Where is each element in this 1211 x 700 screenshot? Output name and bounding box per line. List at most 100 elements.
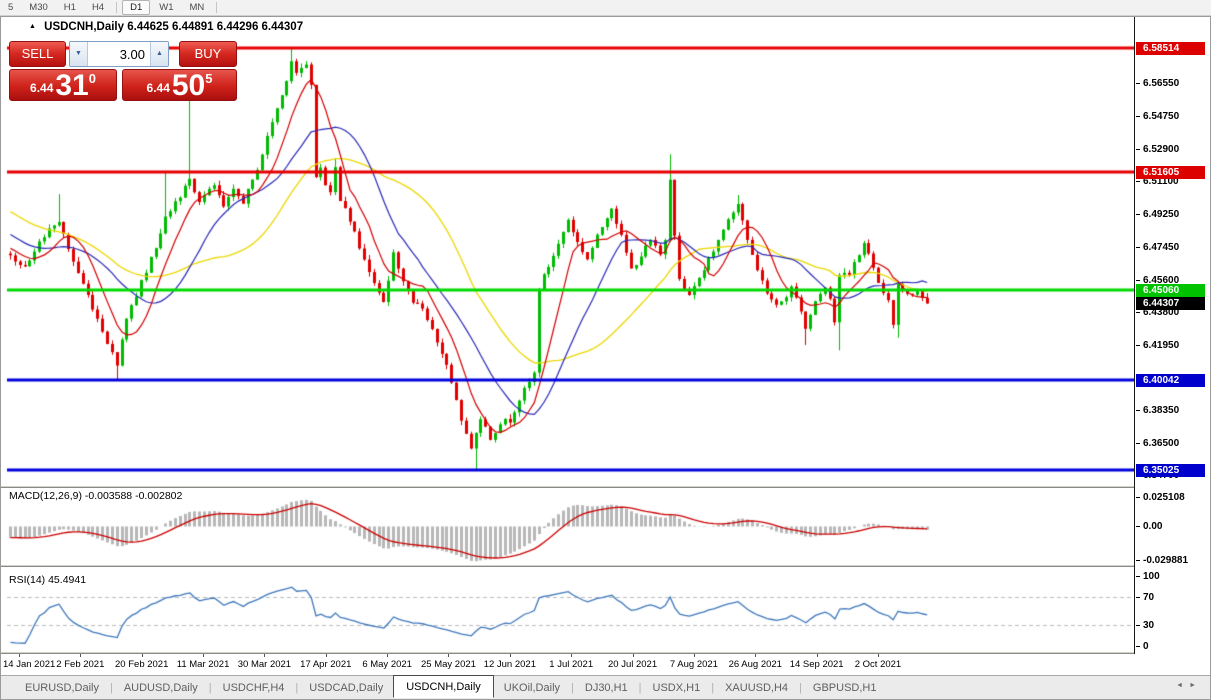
sell-price-prefix: 6.44 [30,81,53,95]
level-price-badge: 6.40042 [1136,374,1205,387]
chart-title-symbol: USDCNH,Daily [44,21,124,33]
rsi-indicator-label: RSI(14) 45.4941 [9,574,86,586]
tab-separator: | [799,682,802,694]
tab-separator: | [110,682,113,694]
sell-price-panel[interactable]: 6.44 31 0 [9,69,117,101]
date-axis-label: 2 Feb 2021 [56,659,104,670]
buy-price-sup: 5 [205,71,212,86]
price-axis-tick: 6.52900 [1135,143,1179,156]
chart-tab-dj30[interactable]: DJ30,H1 [575,679,638,697]
chart-tab-ukoil[interactable]: UKOil,Daily [494,679,570,697]
volume-stepper: ▼ ▲ [69,41,169,67]
chart-tab-bar: EURUSD,Daily|AUDUSD,Daily|USDCHF,H4|USDC… [1,675,1210,699]
level-price-badge: 6.51605 [1136,166,1205,179]
date-axis-label: 17 Apr 2021 [300,659,351,670]
date-tick-mark [387,654,388,657]
date-tick-mark [448,654,449,657]
price-axis-tick: 6.56550 [1135,77,1179,90]
date-axis-label: 14 Jan 2021 [3,659,55,670]
date-tick-mark [203,654,204,657]
volume-input[interactable] [88,42,150,66]
macd-indicator-label: MACD(12,26,9) -0.003588 -0.002802 [9,490,182,502]
timeframe-button-H4[interactable]: H4 [85,1,111,14]
date-axis-label: 12 Jun 2021 [484,659,536,670]
date-axis-label: 7 Aug 2021 [670,659,718,670]
date-axis-label: 6 May 2021 [362,659,412,670]
buy-price-big: 50 [172,72,205,99]
sell-price-big: 31 [55,72,88,99]
tab-separator: | [295,682,298,694]
timeframe-button-H1[interactable]: H1 [57,1,83,14]
macd-axis-tick: 0.00 [1135,520,1162,533]
tab-scroll-left-icon[interactable]: ◄ [1176,682,1189,689]
tab-separator: | [209,682,212,694]
chart-tab-usdcnh[interactable]: USDCNH,Daily [393,675,494,698]
price-axis-tick: 6.41950 [1135,339,1179,352]
chart-tab-audusd[interactable]: AUDUSD,Daily [114,679,208,697]
one-click-trading-widget: SELL ▼ ▲ BUY 6.44 31 0 6.44 50 5 [9,41,237,101]
tab-scroll-arrows[interactable]: ◄► [1176,682,1202,689]
macd-axis-tick: -0.029881 [1135,554,1188,567]
date-axis-label: 2 Oct 2021 [855,659,901,670]
price-axis-tick: 6.36500 [1135,437,1179,450]
tab-separator: | [639,682,642,694]
price-chart-canvas[interactable] [1,17,1210,654]
date-tick-mark [326,654,327,657]
chart-tab-usdchf[interactable]: USDCHF,H4 [213,679,295,697]
chart-tab-xauusd[interactable]: XAUUSD,H4 [715,679,798,697]
buy-button[interactable]: BUY [179,41,237,67]
date-tick-mark [80,654,81,657]
volume-increase-button[interactable]: ▲ [150,42,168,66]
chart-window: ▲ USDCNH,Daily 6.44625 6.44891 6.44296 6… [0,16,1211,700]
trading-terminal: 5M30H1H4D1W1MN ▲ USDCNH,Daily 6.44625 6.… [0,0,1211,700]
level-price-badge: 6.45060 [1136,284,1205,297]
rsi-axis-tick: 0 [1135,640,1149,653]
date-tick-mark [264,654,265,657]
buy-price-panel[interactable]: 6.44 50 5 [122,69,237,101]
date-tick-mark [694,654,695,657]
date-axis-label: 11 Mar 2021 [177,659,230,670]
date-axis-label: 30 Mar 2021 [238,659,291,670]
timeframe-button-MN[interactable]: MN [183,1,212,14]
macd-axis-tick: 0.025108 [1135,491,1185,504]
date-tick-mark [510,654,511,657]
sell-button[interactable]: SELL [9,41,66,67]
symbol-marker-icon: ▲ [29,23,36,30]
price-axis[interactable]: 6.565506.547506.529006.511006.492506.474… [1134,17,1210,654]
price-axis-tick: 6.38350 [1135,404,1179,417]
chart-title: ▲ USDCNH,Daily 6.44625 6.44891 6.44296 6… [29,21,303,33]
panel-separator[interactable] [1,564,1210,567]
timeframe-toolbar: 5M30H1H4 D1W1MN [0,0,1211,16]
chart-tab-usdcad[interactable]: USDCAD,Daily [299,679,393,697]
rsi-axis-tick: 70 [1135,591,1154,604]
chart-tab-usdx[interactable]: USDX,H1 [643,679,711,697]
sell-price-sup: 0 [89,71,96,86]
timeframe-button-W1[interactable]: W1 [152,1,180,14]
price-axis-tick: 6.54750 [1135,110,1179,123]
date-tick-mark [571,654,572,657]
date-tick-mark [755,654,756,657]
date-axis-label: 14 Sep 2021 [790,659,844,670]
tab-separator: | [711,682,714,694]
level-price-badge: 6.35025 [1136,464,1205,477]
tab-scroll-right-icon[interactable]: ► [1189,682,1202,689]
timeframe-button-D1[interactable]: D1 [122,0,150,15]
volume-decrease-button[interactable]: ▼ [70,42,88,66]
timeframe-button-M30[interactable]: M30 [22,1,54,14]
date-axis-label: 25 May 2021 [421,659,476,670]
date-axis-label: 1 Jul 2021 [549,659,593,670]
date-tick-mark [142,654,143,657]
chart-tab-gbpusd[interactable]: GBPUSD,H1 [803,679,887,697]
current-price-badge: 6.44307 [1136,297,1205,310]
price-axis-tick: 6.47450 [1135,241,1179,254]
chart-title-ohlc: 6.44625 6.44891 6.44296 6.44307 [127,21,303,33]
rsi-axis-tick: 30 [1135,619,1154,632]
timeframe-button-5[interactable]: 5 [1,1,20,14]
buy-price-prefix: 6.44 [147,81,170,95]
date-axis[interactable]: 14 Jan 20212 Feb 202120 Feb 202111 Mar 2… [1,654,1210,675]
panel-separator[interactable] [1,485,1210,488]
date-tick-mark [878,654,879,657]
date-tick-mark [633,654,634,657]
chart-tab-eurusd[interactable]: EURUSD,Daily [15,679,109,697]
date-axis-label: 26 Aug 2021 [729,659,782,670]
